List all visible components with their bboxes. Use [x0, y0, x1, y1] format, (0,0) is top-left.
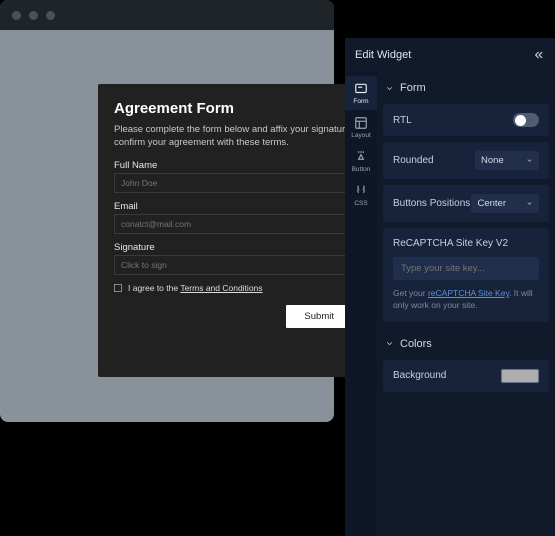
tab-form-label: Form [353, 98, 368, 105]
row-rounded: Rounded None [383, 142, 549, 179]
tab-button[interactable]: Button [345, 144, 377, 178]
field-full-name: Full Name [114, 160, 382, 193]
agree-row: I agree to the Terms and Conditions [114, 283, 382, 293]
tab-css-label: CSS [354, 200, 367, 207]
rounded-label: Rounded [393, 155, 434, 166]
agree-prefix: I agree to the [128, 283, 180, 293]
chevron-down-icon [526, 157, 533, 164]
chevron-down-icon [526, 200, 533, 207]
email-label: Email [114, 201, 382, 212]
background-swatch[interactable] [501, 369, 539, 383]
rounded-value: None [481, 155, 504, 166]
signature-label: Signature [114, 242, 382, 253]
full-name-input[interactable] [114, 173, 382, 193]
css-icon [354, 184, 368, 198]
buttons-positions-value: Center [477, 198, 506, 209]
rtl-toggle[interactable] [513, 113, 539, 127]
edit-widget-panel: Edit Widget Form Layout Button CSS [345, 38, 555, 536]
window-dot [29, 11, 38, 20]
section-form-head[interactable]: Form [377, 72, 555, 104]
section-colors-title: Colors [400, 338, 432, 350]
layout-icon [354, 116, 368, 130]
panel-title: Edit Widget [355, 49, 411, 61]
row-buttons-positions: Buttons Positions Center [383, 185, 549, 222]
rtl-label: RTL [393, 115, 412, 126]
rounded-select[interactable]: None [475, 151, 539, 170]
recaptcha-helper: Get your reCAPTCHA Site Key. It will onl… [393, 288, 539, 312]
agree-checkbox[interactable] [114, 284, 122, 292]
section-colors-head[interactable]: Colors [377, 328, 555, 360]
submit-row: Submit [114, 305, 382, 328]
field-email: Email [114, 201, 382, 234]
recaptcha-input[interactable] [393, 257, 539, 280]
tab-form[interactable]: Form [345, 76, 377, 110]
tab-css[interactable]: CSS [345, 178, 377, 212]
email-input[interactable] [114, 214, 382, 234]
panel-body: Form Layout Button CSS Form RTL [345, 72, 555, 536]
recaptcha-site-key-link[interactable]: reCAPTCHA Site Key [428, 288, 509, 298]
block-recaptcha: ReCAPTCHA Site Key V2 Get your reCAPTCHA… [383, 228, 549, 322]
form-icon [354, 82, 368, 96]
collapse-icon[interactable] [531, 48, 545, 62]
buttons-positions-label: Buttons Positions [393, 197, 470, 210]
recaptcha-helper-prefix: Get your [393, 288, 428, 298]
tab-layout-label: Layout [351, 132, 371, 139]
terms-link[interactable]: Terms and Conditions [180, 283, 262, 293]
submit-button[interactable]: Submit [286, 305, 352, 328]
panel-content: Form RTL Rounded None Buttons Positions … [377, 72, 555, 536]
full-name-label: Full Name [114, 160, 382, 171]
signature-input[interactable] [114, 255, 382, 275]
chevron-down-icon [385, 84, 394, 93]
window-dot [12, 11, 21, 20]
tab-layout[interactable]: Layout [345, 110, 377, 144]
background-label: Background [393, 370, 446, 381]
row-rtl: RTL [383, 104, 549, 136]
form-title: Agreement Form [114, 100, 382, 117]
chevron-down-icon [385, 339, 394, 348]
toggle-knob [515, 115, 526, 126]
panel-tabs: Form Layout Button CSS [345, 72, 377, 536]
section-form-title: Form [400, 82, 426, 94]
recaptcha-label: ReCAPTCHA Site Key V2 [393, 238, 539, 249]
agree-label: I agree to the Terms and Conditions [128, 283, 263, 293]
window-dot [46, 11, 55, 20]
form-description: Please complete the form below and affix… [114, 123, 382, 150]
buttons-positions-select[interactable]: Center [471, 194, 539, 213]
row-background: Background [383, 360, 549, 392]
tab-button-label: Button [352, 166, 371, 173]
field-signature: Signature [114, 242, 382, 275]
window-titlebar [0, 0, 334, 30]
panel-header: Edit Widget [345, 38, 555, 72]
button-icon [354, 150, 368, 164]
